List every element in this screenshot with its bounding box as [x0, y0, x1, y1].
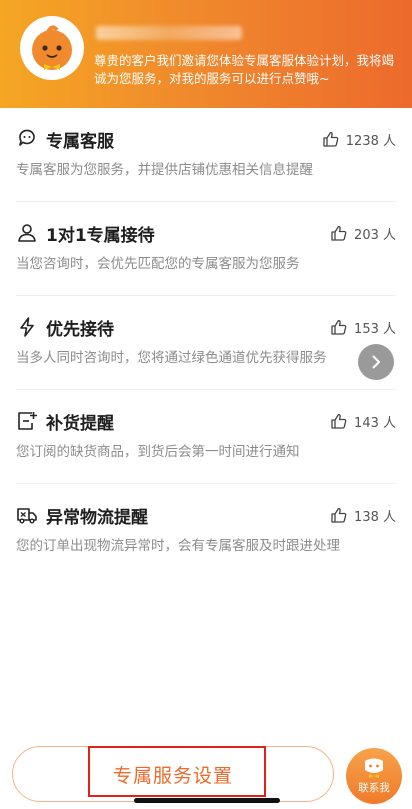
service-description: 您的订单出现物流异常时，会有专属客服及时跟进处理	[16, 538, 340, 554]
header-description: 尊贵的客户我们邀请您体验专属客服体验计划，我将竭诚为您服务，对我的服务可以进行点…	[94, 53, 395, 86]
thumbs-up-icon	[331, 507, 347, 523]
lightning-icon	[16, 316, 38, 338]
like-button[interactable]: 1238 人	[322, 130, 396, 149]
service-title: 1对1专属接待	[46, 225, 155, 246]
like-count: 153 人	[354, 321, 396, 337]
contact-label: 联系我	[358, 782, 390, 794]
service-title: 优先接待	[46, 319, 114, 340]
chevron-right-icon	[372, 355, 380, 369]
contact-me-button[interactable]: 联系我	[346, 748, 402, 804]
like-count: 143 人	[354, 415, 396, 431]
like-button[interactable]: 203 人	[330, 224, 396, 243]
service-item-exclusive-cs: 专属客服 1238 人 专属客服为您服务，并提供店铺优惠相关信息提醒	[16, 108, 396, 202]
next-arrow-button[interactable]	[358, 344, 394, 380]
blurred-username	[96, 26, 242, 40]
restock-box-icon	[16, 410, 38, 432]
service-description: 当多人同时咨询时，您将通过绿色通道优先获得服务	[16, 350, 327, 366]
like-count: 203 人	[354, 227, 396, 243]
like-button[interactable]: 138 人	[330, 506, 396, 525]
service-title: 专属客服	[46, 131, 114, 152]
mascot-face-icon	[365, 758, 383, 778]
service-description: 您订阅的缺货商品，到货后会第一时间进行通知	[16, 444, 300, 460]
thumbs-up-icon	[331, 225, 347, 241]
person-icon	[16, 222, 38, 244]
service-item-logistics: 异常物流提醒 138 人 您的订单出现物流异常时，会有专属客服及时跟进处理	[16, 484, 396, 578]
thumbs-up-icon	[323, 131, 339, 147]
service-title: 补货提醒	[46, 413, 114, 434]
customer-service-chat-icon	[16, 128, 38, 150]
like-count: 1238 人	[345, 133, 396, 149]
like-button[interactable]: 153 人	[330, 318, 396, 337]
delivery-truck-icon	[16, 504, 38, 526]
thumbs-up-icon	[331, 413, 347, 429]
service-description: 专属客服为您服务，并提供店铺优惠相关信息提醒	[16, 162, 313, 178]
thumbs-up-icon	[331, 319, 347, 335]
home-indicator	[134, 798, 280, 803]
highlight-annotation-box	[88, 746, 266, 797]
service-item-one-on-one: 1对1专属接待 203 人 当您咨询时，会优先匹配您的专属客服为您服务	[16, 202, 396, 296]
service-item-priority: 优先接待 153 人 当多人同时咨询时，您将通过绿色通道优先获得服务	[16, 296, 396, 390]
service-title: 异常物流提醒	[46, 507, 148, 528]
service-item-restock: 补货提醒 143 人 您订阅的缺货商品，到货后会第一时间进行通知	[16, 390, 396, 484]
service-description: 当您咨询时，会优先匹配您的专属客服为您服务	[16, 256, 300, 272]
mascot-avatar	[20, 16, 84, 80]
service-list: 专属客服 1238 人 专属客服为您服务，并提供店铺优惠相关信息提醒 1对1专属…	[0, 108, 412, 578]
like-button[interactable]: 143 人	[330, 412, 396, 431]
header-banner: 尊贵的客户我们邀请您体验专属客服体验计划，我将竭诚为您服务，对我的服务可以进行点…	[0, 0, 412, 108]
like-count: 138 人	[354, 509, 396, 525]
mascot-icon	[32, 25, 72, 70]
